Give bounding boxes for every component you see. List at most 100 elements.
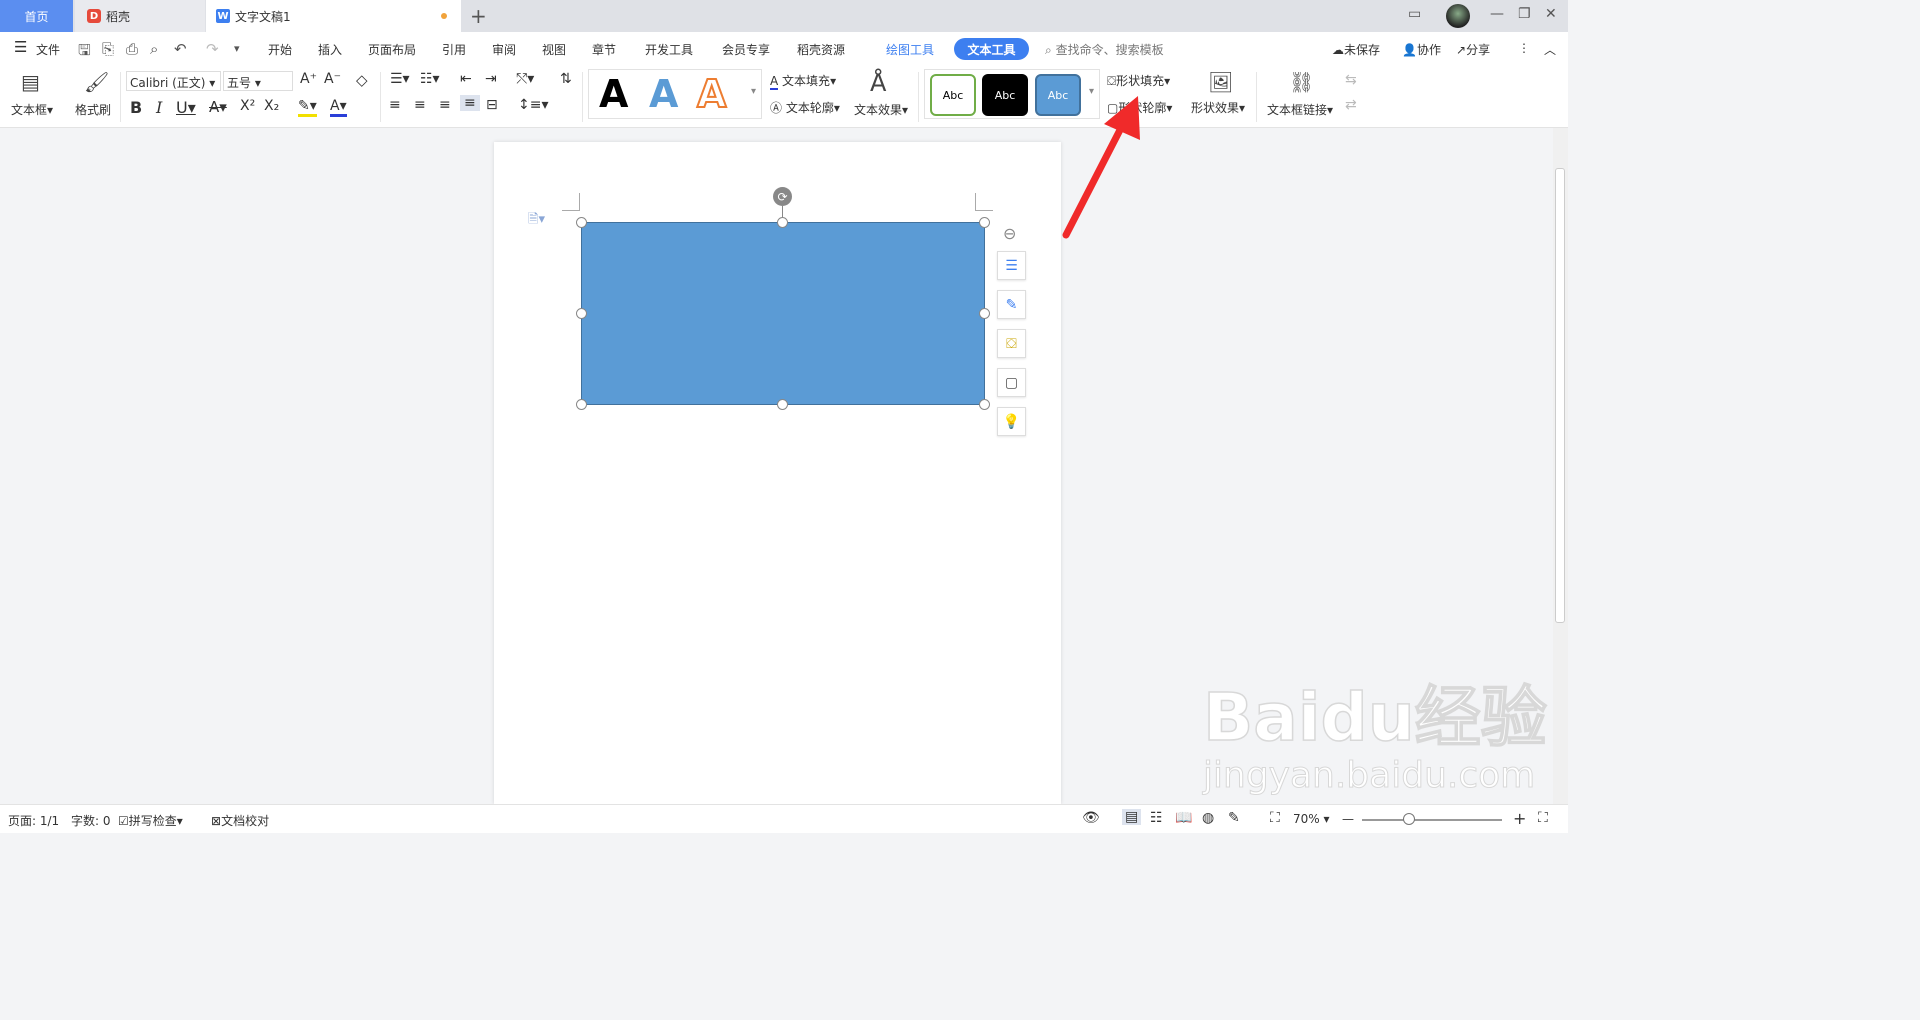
wordart-black-icon[interactable]: A [599, 72, 628, 116]
shape-effect-button[interactable]: 形状效果▾ [1191, 99, 1245, 116]
minimize-icon[interactable]: — [1490, 6, 1504, 22]
text-fill-button[interactable]: A 文本填充▾ [770, 72, 836, 90]
word-count[interactable]: 字数: 0 [71, 812, 111, 829]
align-center-icon[interactable]: ≡ [414, 97, 426, 113]
textbox-button[interactable]: 文本框▾ [11, 101, 53, 118]
create-link-icon[interactable]: ⇆ [1345, 72, 1357, 88]
rotate-handle-icon[interactable]: ⟳ [773, 187, 792, 206]
break-link-icon[interactable]: ⇄ [1345, 97, 1357, 113]
strikethrough-icon[interactable]: A▾ [209, 98, 227, 116]
text-effect-button[interactable]: 文本效果▾ [854, 101, 908, 118]
shape-style-outline[interactable]: Abc [930, 74, 976, 116]
menu-member[interactable]: 会员专享 [722, 41, 770, 58]
resize-handle[interactable] [777, 217, 788, 228]
wordart-more-icon[interactable]: ▾ [751, 86, 756, 97]
menu-start[interactable]: 开始 [268, 41, 292, 58]
undo-icon[interactable]: ↶ [174, 40, 187, 58]
font-name-select[interactable]: Calibri (正文) ▾ [126, 71, 221, 91]
web-view-icon[interactable]: ◍ [1202, 810, 1214, 826]
shape-style-more-icon[interactable]: ▾ [1089, 86, 1094, 97]
collapse-ribbon-icon[interactable]: ︿ [1544, 41, 1556, 58]
tab-document[interactable]: W 文字文稿1 [206, 0, 461, 32]
fill-bucket-icon[interactable]: ⛋ [997, 329, 1026, 358]
resize-handle[interactable] [777, 399, 788, 410]
resize-handle[interactable] [979, 399, 990, 410]
underline-icon[interactable]: U▾ [176, 98, 196, 117]
zoom-in-icon[interactable]: + [1513, 809, 1526, 828]
more-icon[interactable]: ⋮ [1518, 41, 1530, 55]
distribute-icon[interactable]: ⊟ [486, 97, 498, 113]
page-view-icon[interactable]: ▤ [1122, 809, 1142, 825]
collab-button[interactable]: 👤协作 [1402, 41, 1441, 58]
layout-options-icon[interactable]: ☰ [997, 251, 1026, 280]
increase-indent-icon[interactable]: ⇥ [485, 71, 497, 87]
shape-style-black[interactable]: Abc [982, 74, 1028, 116]
sort-icon[interactable]: ⇅ [560, 71, 572, 87]
align-left-icon[interactable]: ≡ [389, 97, 401, 113]
subscript-icon[interactable]: X₂ [264, 98, 279, 114]
command-search[interactable]: ⌕ 查找命令、搜索模板 [1045, 41, 1164, 58]
print-icon[interactable]: ⎙ [126, 40, 138, 58]
shrink-font-icon[interactable]: A⁻ [324, 71, 341, 87]
line-spacing-icon[interactable]: ↕≡▾ [518, 97, 549, 113]
text-outline-button[interactable]: Ⓐ 文本轮廓▾ [770, 99, 840, 116]
decrease-indent-icon[interactable]: ⇤ [460, 71, 472, 87]
eye-protect-icon[interactable]: 👁 [1082, 810, 1100, 826]
resize-handle[interactable] [979, 217, 990, 228]
menu-chapter[interactable]: 章节 [592, 41, 616, 58]
new-tab-icon[interactable]: + [470, 4, 487, 28]
font-color-icon[interactable]: A▾ [330, 98, 347, 117]
frame-icon[interactable]: ▢ [997, 368, 1026, 397]
resize-handle[interactable] [979, 308, 990, 319]
redo-icon[interactable]: ↷ [206, 40, 219, 58]
numbered-list-icon[interactable]: ☷▾ [420, 71, 440, 87]
italic-icon[interactable]: I [156, 98, 162, 117]
text-direction-icon[interactable]: ⤲▾ [516, 71, 534, 87]
resize-handle[interactable] [576, 217, 587, 228]
resize-handle[interactable] [576, 308, 587, 319]
wordart-blue-icon[interactable]: A [649, 72, 678, 116]
proofread-button[interactable]: ⊠文档校对 [211, 812, 269, 829]
page-indicator[interactable]: 页面: 1/1 [8, 812, 59, 829]
zoom-out-icon[interactable]: — [1342, 812, 1354, 826]
format-painter-button[interactable]: 格式刷 [75, 101, 111, 118]
menu-file[interactable]: 文件 [36, 41, 60, 58]
menu-view[interactable]: 视图 [542, 41, 566, 58]
export-icon[interactable]: ⎘ [102, 40, 114, 58]
menu-daoke-resources[interactable]: 稻壳资源 [797, 41, 845, 58]
idea-bulb-icon[interactable]: 💡 [997, 407, 1026, 436]
wordart-orange-icon[interactable]: A [696, 71, 727, 117]
font-size-select[interactable]: 五号 ▾ [223, 71, 293, 91]
rectangle-shape[interactable] [581, 222, 985, 405]
shape-style-blue[interactable]: Abc [1035, 74, 1081, 116]
menu-insert[interactable]: 插入 [318, 41, 342, 58]
zoom-slider-thumb[interactable] [1403, 813, 1415, 825]
outline-pen-icon[interactable]: ✎ [997, 290, 1026, 319]
justify-icon[interactable]: ≡ [460, 95, 480, 111]
menu-reference[interactable]: 引用 [442, 41, 466, 58]
fullscreen-icon[interactable]: ⛶ [1538, 810, 1548, 826]
save-icon[interactable]: 🖫 [78, 40, 91, 65]
tab-home[interactable]: 首页 [0, 0, 73, 32]
restore-icon[interactable]: ❐ [1518, 6, 1531, 22]
align-right-icon[interactable]: ≡ [439, 97, 451, 113]
preview-icon[interactable]: ⌕ [150, 40, 158, 58]
highlight-icon[interactable]: ✎▾ [298, 98, 317, 117]
bullet-list-icon[interactable]: ☰▾ [390, 71, 410, 87]
textbox-link-button[interactable]: 文本框链接▾ [1267, 101, 1333, 118]
shape-fill-button[interactable]: ⛋形状填充▾ [1107, 72, 1170, 89]
grow-font-icon[interactable]: A⁺ [300, 71, 317, 87]
paragraph-layout-icon[interactable]: 🗎▾ [528, 210, 545, 232]
quick-more-icon[interactable]: ▾ [234, 42, 240, 55]
write-mode-icon[interactable]: ✎ [1228, 810, 1240, 826]
share-button[interactable]: ↗分享 [1456, 41, 1490, 58]
reading-view-icon[interactable]: 📖 [1175, 810, 1192, 826]
window-count-icon[interactable]: ▭ [1408, 6, 1421, 22]
close-icon[interactable]: ✕ [1545, 6, 1557, 22]
avatar[interactable] [1446, 4, 1470, 28]
zoom-select[interactable]: 70% ▾ [1293, 812, 1330, 826]
resize-handle[interactable] [576, 399, 587, 410]
bold-icon[interactable]: B [130, 98, 142, 117]
clear-format-icon[interactable]: ◇ [356, 71, 368, 89]
superscript-icon[interactable]: X² [240, 98, 255, 114]
